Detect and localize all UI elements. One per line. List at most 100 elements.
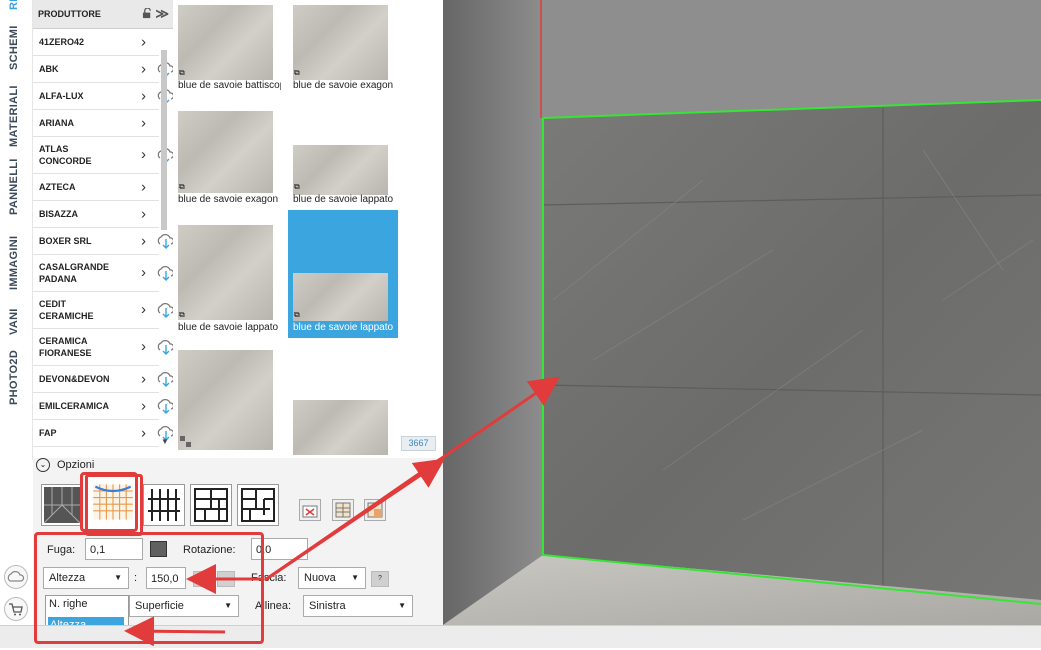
producer-item[interactable]: 41ZERO42 › xyxy=(33,29,159,56)
pattern-basket-button[interactable] xyxy=(190,484,232,526)
tile-marker-icon: ⧉ xyxy=(294,310,300,319)
chevron-right-icon[interactable]: › xyxy=(141,302,146,317)
producer-item-label: CERAMICA FIORANESE xyxy=(39,336,92,358)
chevron-right-icon[interactable]: › xyxy=(141,88,146,105)
material-preview-image xyxy=(293,273,388,321)
producer-item[interactable]: ARIANA › xyxy=(33,110,159,137)
producer-header: PRODUTTORE ≫ xyxy=(33,0,173,29)
chevron-right-icon[interactable]: › xyxy=(141,425,146,442)
producer-item[interactable]: DEVON&DEVON › xyxy=(33,366,173,393)
allinea-select[interactable]: Sinistra ▼ xyxy=(303,595,413,617)
tab-materiali[interactable]: MATERIALI xyxy=(8,85,20,147)
producer-item-label: EMILCERAMICA xyxy=(39,401,109,411)
result-count-badge: 3667 xyxy=(401,436,436,451)
material-thumbnail[interactable]: ⧉ blue de savoie lappato xyxy=(288,210,398,338)
tile-marker-icon: ⧉ xyxy=(294,182,300,191)
chevron-right-icon[interactable]: › xyxy=(141,233,146,250)
producer-item[interactable]: CEDIT CERAMICHE › xyxy=(33,292,173,329)
cloud-icon[interactable] xyxy=(4,565,28,589)
material-thumbnail[interactable]: ⧉ blue de savoie lappato xyxy=(173,210,283,338)
cloud-download-icon[interactable] xyxy=(155,263,174,283)
lock-icon[interactable] xyxy=(142,8,153,19)
options-label[interactable]: Opzioni xyxy=(57,459,94,471)
material-thumbnail-grid: ⧉ blue de savoie battiscopa ⧉ blue de savoi… xyxy=(173,0,610,458)
producer-item-label: ARIANA xyxy=(39,118,74,128)
chevron-right-icon[interactable]: › xyxy=(141,61,146,78)
material-thumbnail[interactable]: ⧉ blue de savoie lappato xyxy=(288,100,398,228)
producer-item-label: ABK xyxy=(39,64,59,74)
tab-vani[interactable]: VANI xyxy=(8,308,20,335)
producer-item-label: CEDIT CERAMICHE xyxy=(39,299,94,321)
resize-grip-icon[interactable] xyxy=(180,436,192,448)
chevron-right-icon[interactable]: › xyxy=(141,265,146,280)
chevron-down-icon: ▼ xyxy=(351,573,359,582)
rows-layout-icon[interactable] xyxy=(332,499,354,521)
cart-icon[interactable] xyxy=(4,597,28,621)
cloud-download-icon[interactable] xyxy=(155,231,174,251)
producer-item[interactable]: AZTECA › xyxy=(33,174,159,201)
producer-scrollbar[interactable] xyxy=(161,50,167,230)
producer-item-label: ATLAS CONCORDE xyxy=(39,144,92,166)
chevron-right-icon[interactable]: › xyxy=(141,34,146,51)
producer-item[interactable]: ATLAS CONCORDE › xyxy=(33,137,173,174)
material-thumbnail[interactable] xyxy=(288,345,398,458)
tab-label: MATERIALI xyxy=(8,85,20,147)
producer-item-label: BISAZZA xyxy=(39,209,78,219)
producer-item-label: AZTECA xyxy=(39,182,76,192)
material-caption: blue de savoie lappato xyxy=(293,322,394,333)
delete-layout-icon[interactable] xyxy=(299,499,321,521)
offset-layout-icon[interactable] xyxy=(364,499,386,521)
tab-label: SCHEMI xyxy=(8,25,20,70)
producer-item[interactable]: ABK › xyxy=(33,56,173,83)
producer-item[interactable]: BOXER SRL › xyxy=(33,228,173,255)
tile-marker-icon: ⧉ xyxy=(179,310,185,319)
pattern-herringbone-button[interactable] xyxy=(237,484,279,526)
material-caption: blue de savoie battiscopa xyxy=(178,80,281,91)
expand-toggle-icon[interactable]: ⌄ xyxy=(36,458,50,472)
producer-item[interactable]: CASALGRANDE PADANA › xyxy=(33,255,173,292)
producer-item-label: FAP xyxy=(39,428,57,438)
pattern-perspective-button[interactable] xyxy=(41,484,83,526)
fascia-select[interactable]: Nuova ▼ xyxy=(298,567,366,589)
chevron-right-icon[interactable]: › xyxy=(141,371,146,388)
chevron-right-icon[interactable]: › xyxy=(141,147,146,162)
producer-item-label: CASALGRANDE PADANA xyxy=(39,262,110,284)
material-preview-image xyxy=(293,5,388,80)
tab-pannelli[interactable]: PANNELLI xyxy=(8,158,20,215)
tab-rivestimenti[interactable]: RIVESTIMENTI xyxy=(8,0,20,10)
producer-item[interactable]: FAP › xyxy=(33,420,173,447)
producer-item[interactable]: ALFA-LUX › xyxy=(33,83,173,110)
cloud-download-icon[interactable] xyxy=(155,300,174,320)
tile-marker-icon: ⧉ xyxy=(179,182,185,191)
cloud-download-icon[interactable] xyxy=(155,369,174,389)
chevron-right-icon[interactable]: › xyxy=(141,206,146,223)
cloud-download-icon[interactable] xyxy=(155,337,174,357)
tab-label: RIVESTIMENTI xyxy=(8,0,20,10)
material-caption: blue de savoie exagon xyxy=(293,80,394,91)
producer-item[interactable]: EMILCERAMICA › xyxy=(33,393,173,420)
annotation-highlight-options xyxy=(34,532,264,644)
tab-label: VANI xyxy=(8,308,20,335)
herringbone-pattern-icon xyxy=(238,485,278,525)
tab-immagini[interactable]: IMMAGINI xyxy=(8,236,20,290)
producer-item[interactable]: BISAZZA › xyxy=(33,201,159,228)
help-button[interactable]: ? xyxy=(371,571,389,587)
fascia-value: Nuova xyxy=(304,572,336,584)
tab-schemi[interactable]: SCHEMI xyxy=(8,25,20,70)
3d-viewport[interactable] xyxy=(443,0,1041,625)
chevron-right-icon[interactable]: › xyxy=(141,115,146,132)
material-thumbnail[interactable]: ⧉ blue de savoie exagon xyxy=(173,100,283,228)
material-preview-image xyxy=(293,145,388,195)
double-chevron-icon[interactable]: ≫ xyxy=(155,6,169,22)
scroll-down-arrow-icon[interactable]: ▼ xyxy=(161,437,169,446)
producer-item[interactable]: CERAMICA FIORANESE › xyxy=(33,329,173,366)
tab-label: IMMAGINI xyxy=(8,235,20,290)
pattern-grid-button[interactable] xyxy=(143,484,185,526)
producer-list: PRODUTTORE ≫ 41ZERO42 › ABK › ALFA-LUX › ARIAN… xyxy=(33,0,174,458)
chevron-right-icon[interactable]: › xyxy=(141,398,146,415)
producer-item-label: DEVON&DEVON xyxy=(39,374,110,384)
chevron-right-icon[interactable]: › xyxy=(141,179,146,196)
cloud-download-icon[interactable] xyxy=(155,396,174,416)
tab-photo2d[interactable]: PHOTO2D xyxy=(8,350,20,405)
chevron-right-icon[interactable]: › xyxy=(141,339,146,354)
